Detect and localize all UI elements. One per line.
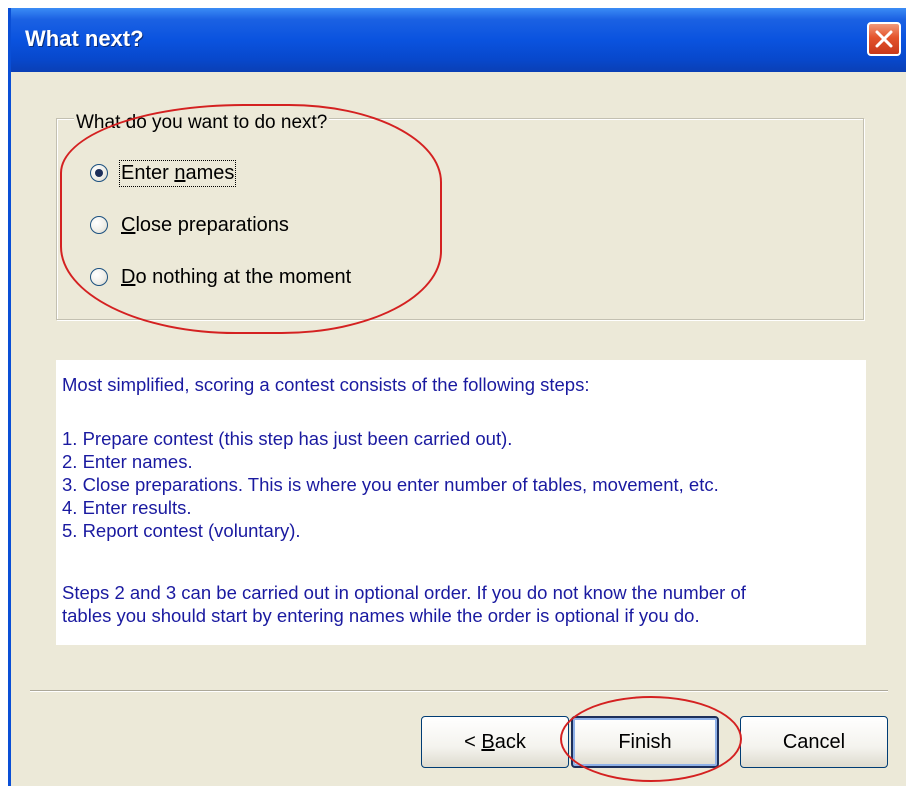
radio-label: Close preparations — [121, 213, 289, 236]
finish-button[interactable]: Finish — [571, 716, 719, 768]
radio-button[interactable] — [90, 268, 108, 286]
radio-label: Do nothing at the moment — [121, 265, 352, 288]
info-step: 4. Enter results. — [62, 497, 192, 518]
radio-enter-names[interactable]: Enter names — [90, 159, 237, 187]
info-note: tables you should start by entering name… — [62, 605, 700, 626]
radio-close-preparations[interactable]: Close preparations — [90, 211, 289, 239]
radio-button[interactable] — [90, 216, 108, 234]
group-legend: What do you want to do next? — [74, 112, 330, 134]
close-icon — [875, 30, 893, 48]
info-intro: Most simplified, scoring a contest consi… — [62, 374, 590, 395]
cancel-button[interactable]: Cancel — [740, 716, 888, 768]
info-step: 3. Close preparations. This is where you… — [62, 474, 719, 495]
info-step: 5. Report contest (voluntary). — [62, 520, 301, 541]
info-note: Steps 2 and 3 can be carried out in opti… — [62, 582, 746, 603]
back-button[interactable]: < Back — [421, 716, 569, 768]
radio-do-nothing[interactable]: Do nothing at the moment — [90, 263, 351, 291]
window-title: What next? — [25, 26, 144, 51]
close-button[interactable] — [867, 22, 901, 56]
title-bar[interactable]: What next? — [11, 8, 906, 72]
info-text-panel: Most simplified, scoring a contest consi… — [56, 360, 866, 645]
info-step: 1. Prepare contest (this step has just b… — [62, 428, 513, 449]
radio-label: Enter names — [118, 159, 237, 187]
button-separator — [30, 690, 888, 692]
radio-button[interactable] — [90, 164, 108, 182]
info-step: 2. Enter names. — [62, 451, 193, 472]
